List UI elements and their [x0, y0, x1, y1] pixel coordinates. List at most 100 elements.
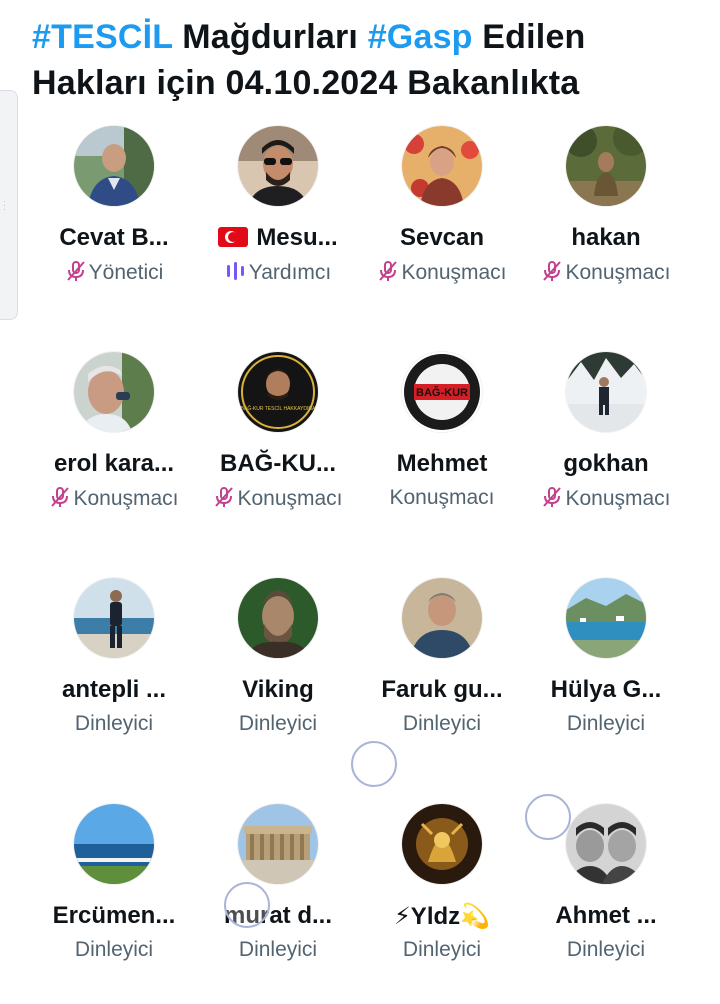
- role-label: Dinleyici: [566, 938, 646, 961]
- participant-name: Ahmet ...: [555, 902, 657, 929]
- avatar-image: [402, 578, 482, 658]
- participant-name: Cevat B...: [59, 224, 169, 251]
- role-label: Konuşmacı: [73, 487, 179, 510]
- participant-name: Viking: [242, 676, 314, 703]
- avatar-image: BAĞ-KUR TESCİL HAKKAYDINA: [238, 352, 318, 432]
- avatar: [74, 804, 154, 884]
- avatar-image: [566, 578, 646, 658]
- role-label: Dinleyici: [238, 712, 318, 735]
- avatar-image: [566, 804, 646, 884]
- muted-mic-icon: [49, 486, 71, 514]
- participant-card[interactable]: Hülya G... Dinleyici: [524, 578, 688, 778]
- participant-name: Faruk gu...: [381, 676, 503, 703]
- avatar-image: [74, 578, 154, 658]
- role-label: Dinleyici: [238, 938, 318, 961]
- muted-mic-icon: [65, 260, 87, 288]
- participant-card[interactable]: gokhan Konuşmacı: [524, 352, 688, 552]
- touch-indicator: [525, 794, 571, 840]
- participant-card[interactable]: Ercümen... Dinleyici: [32, 804, 196, 1004]
- avatar: [402, 578, 482, 658]
- participant-role: Yardımcı: [196, 260, 360, 288]
- role-label: Dinleyici: [74, 712, 154, 735]
- avatar-image: [238, 578, 318, 658]
- muted-mic-icon: [213, 486, 235, 514]
- participant-name-text: Mesu...: [256, 224, 338, 251]
- participant-card[interactable]: murat d... Dinleyici: [196, 804, 360, 1004]
- participant-name: gokhan: [563, 450, 649, 477]
- avatar: [566, 578, 646, 658]
- role-label: Yardımcı: [248, 261, 332, 284]
- participant-name: Ercümen...: [52, 902, 176, 929]
- participant-card[interactable]: Mesu... Yardımcı: [196, 126, 360, 326]
- avatar: [238, 804, 318, 884]
- avatar: BAĞ-KUR TESCİL HAKKAYDINA: [238, 352, 318, 432]
- avatar-image: [566, 352, 646, 432]
- participant-name: hakan: [571, 224, 641, 251]
- avatar-image: [402, 804, 482, 884]
- avatar-image: [74, 804, 154, 884]
- role-label: Dinleyici: [566, 712, 646, 735]
- participant-role: Dinleyici: [524, 712, 688, 736]
- participant-role: Dinleyici: [32, 938, 196, 962]
- participant-role: Dinleyici: [32, 712, 196, 736]
- participant-card[interactable]: Viking Dinleyici: [196, 578, 360, 778]
- avatar-image: [566, 126, 646, 206]
- participant-role: Dinleyici: [360, 938, 524, 962]
- participant-role: Dinleyici: [196, 938, 360, 962]
- avatar: [238, 578, 318, 658]
- participant-role: Konuşmacı: [32, 486, 196, 514]
- avatar: [566, 352, 646, 432]
- role-label: Dinleyici: [74, 938, 154, 961]
- participant-card[interactable]: ⚡Yldz💫 Dinleyici: [360, 804, 524, 1004]
- avatar-image: [74, 352, 154, 432]
- participant-name: antepli ...: [61, 676, 166, 703]
- participant-name: Hülya G...: [550, 676, 662, 703]
- participant-card[interactable]: BAĞ-KUR TESCİL HAKKAYDINA BAĞ-KU... Konu…: [196, 352, 360, 552]
- avatar: [566, 804, 646, 884]
- avatar: [402, 126, 482, 206]
- role-label: Konuşmacı: [401, 261, 507, 284]
- participant-card[interactable]: Cevat B... Yönetici: [32, 126, 196, 326]
- participant-card[interactable]: antepli ... Dinleyici: [32, 578, 196, 778]
- avatar: [402, 804, 482, 884]
- participant-card[interactable]: Sevcan Konuşmacı: [360, 126, 524, 326]
- participant-role: Konuşmacı: [196, 486, 360, 514]
- avatar-image: [238, 804, 318, 884]
- muted-mic-icon: [541, 486, 563, 514]
- participant-name: Mesu...: [196, 224, 360, 252]
- participant-card[interactable]: hakan Konuşmacı: [524, 126, 688, 326]
- participant-name: murat d...: [223, 902, 332, 929]
- avatar: [74, 352, 154, 432]
- participant-role: Konuşmacı: [524, 486, 688, 514]
- touch-indicator: [224, 882, 270, 928]
- participant-name: BAĞ-KU...: [220, 450, 336, 477]
- role-label: Yönetici: [88, 261, 164, 284]
- touch-indicator: [351, 741, 397, 787]
- participant-card[interactable]: erol kara... Konuşmacı: [32, 352, 196, 552]
- turkey-flag-icon: [218, 227, 249, 247]
- participants-grid: Cevat B... Yönetici Mesu... Yardımcı Sev…: [0, 0, 720, 968]
- participant-role: Konuşmacı: [360, 260, 524, 288]
- participant-role: Dinleyici: [360, 712, 524, 736]
- role-label: Konuşmacı: [389, 486, 495, 509]
- role-label: Dinleyici: [402, 712, 482, 735]
- avatar-logo-text: BAĞ-KUR: [416, 386, 468, 399]
- avatar-image: [238, 126, 318, 206]
- avatar-image: [402, 126, 482, 206]
- participant-name: Sevcan: [399, 224, 485, 251]
- role-label: Konuşmacı: [565, 261, 671, 284]
- avatar-caption: BAĞ-KUR TESCİL HAKKAYDINA: [241, 405, 316, 412]
- muted-mic-icon: [541, 260, 563, 288]
- participant-role: Dinleyici: [524, 938, 688, 962]
- participant-name: erol kara...: [53, 450, 175, 477]
- participant-card[interactable]: BAĞ-KUR Mehmet Konuşmacı: [360, 352, 524, 552]
- participant-name: ⚡Yldz💫: [393, 903, 491, 930]
- avatar: [74, 578, 154, 658]
- avatar-image: BAĞ-KUR: [402, 352, 482, 432]
- participant-role: Yönetici: [32, 260, 196, 288]
- avatar: BAĞ-KUR: [402, 352, 482, 432]
- participant-role: Konuşmacı: [524, 260, 688, 288]
- participant-role: Konuşmacı: [360, 486, 524, 510]
- speaking-bars-icon: [225, 260, 247, 288]
- role-label: Dinleyici: [402, 938, 482, 961]
